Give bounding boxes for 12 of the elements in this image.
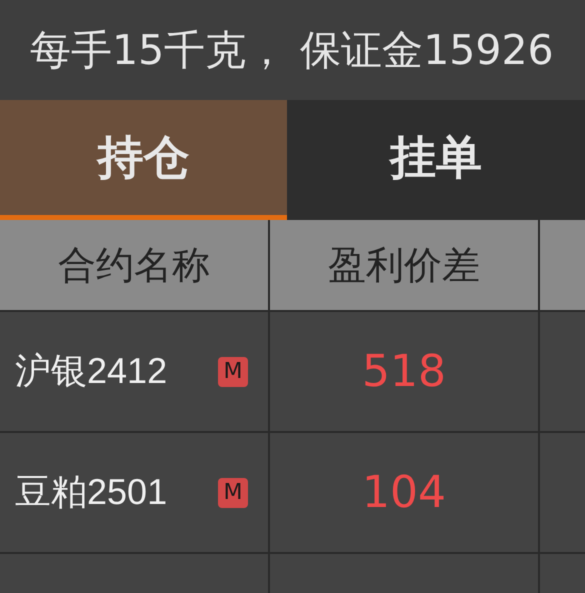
tab[interactable]: 持仓 — [0, 100, 287, 220]
table-cell — [540, 554, 585, 593]
column-header: 盈利价差 — [270, 220, 538, 310]
market-badge: M — [218, 478, 248, 508]
contract-name: 沪银2412 — [15, 349, 168, 393]
profit-spread: 104 — [362, 467, 446, 518]
info-text: 每手15千克， 保证金15926 — [30, 24, 554, 76]
contract-name: 豆粕2501 — [15, 470, 168, 514]
tab[interactable]: 挂单 — [287, 100, 585, 220]
profit-spread: 518 — [362, 346, 446, 397]
column-header: 合约名称 — [0, 220, 268, 310]
market-badge: M — [218, 356, 248, 386]
